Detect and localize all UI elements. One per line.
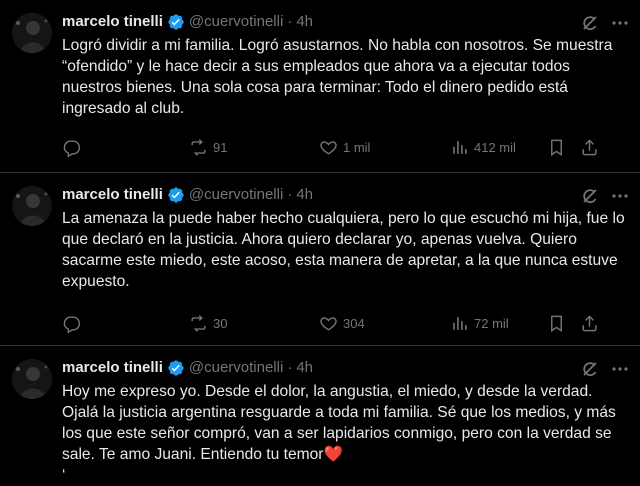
more-icon[interactable] [610,13,630,33]
separator-dot: · [287,13,293,30]
reply-button[interactable] [62,137,86,157]
views-icon [453,316,467,330]
grok-icon[interactable] [580,13,600,33]
repost-icon [191,314,206,332]
like-count: 304 [343,315,365,331]
tweet[interactable]: marcelo tinelli @cuervotinelli · 4h La a… [0,173,640,346]
heart-emoji: ❤️ [323,446,343,463]
repost-button[interactable]: 91 [189,137,227,157]
tweet[interactable]: marcelo tinelli @cuervotinelli · 4h Hoy … [0,346,640,486]
verified-badge-icon [167,186,185,204]
repost-button[interactable]: 30 [189,313,227,333]
share-button[interactable] [580,137,599,157]
tweet-text-continuation: ‘ [62,467,66,484]
verified-badge-icon [167,359,185,377]
tweet-text: Logró dividir a mi familia. Logró asusta… [62,37,613,117]
more-icon[interactable] [610,359,630,379]
reply-icon [63,139,81,157]
reply-button[interactable] [62,313,86,333]
bookmark-icon [551,139,562,156]
avatar[interactable] [12,359,52,399]
timestamp[interactable]: 4h [296,12,313,32]
views-button[interactable]: 72 mil [450,313,509,333]
timestamp[interactable]: 4h [296,358,313,378]
like-count: 1 mil [343,139,371,155]
timestamp[interactable]: 4h [296,185,313,205]
like-button[interactable]: 304 [319,313,365,333]
bookmark-icon [551,315,562,332]
share-button[interactable] [580,313,599,333]
avatar[interactable] [12,186,52,226]
views-count: 412 mil [474,139,516,155]
grok-icon[interactable] [580,186,600,206]
bookmark-button[interactable] [547,313,566,333]
tweet[interactable]: marcelo tinelli @cuervotinelli · 4h Logr… [0,0,640,173]
avatar[interactable] [12,13,52,53]
author-name[interactable]: marcelo tinelli [62,358,163,378]
views-count: 72 mil [474,315,509,331]
like-button[interactable]: 1 mil [319,137,370,157]
like-icon [320,316,337,331]
views-button[interactable]: 412 mil [450,137,516,157]
tweet-text-container: Hoy me expreso yo. Desde el dolor, la an… [62,381,628,486]
author-handle[interactable]: @cuervotinelli [189,358,283,378]
reply-icon [63,315,81,333]
tweet-text: La amenaza la puede haber hecho cualquie… [62,210,625,290]
verified-badge-icon [167,13,185,31]
separator-dot: · [287,359,293,376]
share-icon [582,138,597,155]
repost-icon [191,138,206,156]
views-icon [453,140,467,154]
author-handle[interactable]: @cuervotinelli [189,12,283,32]
author-name[interactable]: marcelo tinelli [62,12,163,32]
tweet-actions: 30 304 72 mil [62,313,628,333]
more-icon[interactable] [610,186,630,206]
repost-count: 30 [213,315,228,331]
tweet-actions: 91 1 mil 412 mil [62,137,628,157]
author-name[interactable]: marcelo tinelli [62,185,163,205]
author-handle[interactable]: @cuervotinelli [189,185,283,205]
share-icon [582,314,597,331]
separator-dot: · [287,186,293,203]
bookmark-button[interactable] [547,137,566,157]
repost-count: 91 [213,139,228,155]
grok-icon[interactable] [580,359,600,379]
like-icon [320,140,337,155]
